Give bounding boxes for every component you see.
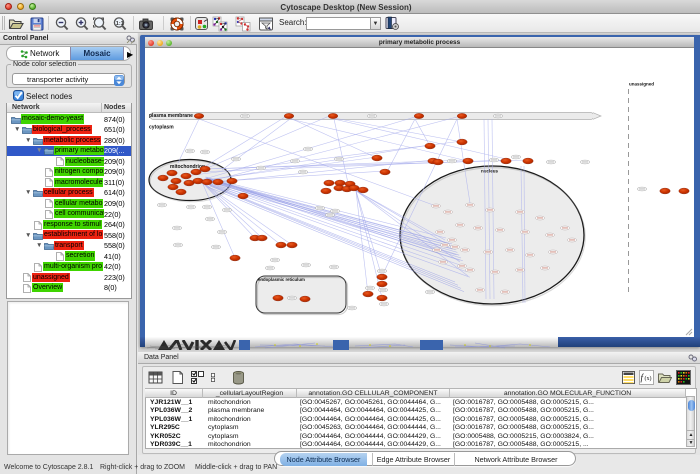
- svg-text:(x): (x): [645, 375, 652, 382]
- svg-text:nucleus: nucleus: [481, 169, 499, 174]
- svg-text:unassigned: unassigned: [629, 82, 654, 87]
- svg-text:plasma membrane: plasma membrane: [149, 113, 193, 119]
- svg-text:endoplasmic reticulum: endoplasmic reticulum: [258, 277, 305, 282]
- svg-text:cytoplasm: cytoplasm: [149, 125, 174, 131]
